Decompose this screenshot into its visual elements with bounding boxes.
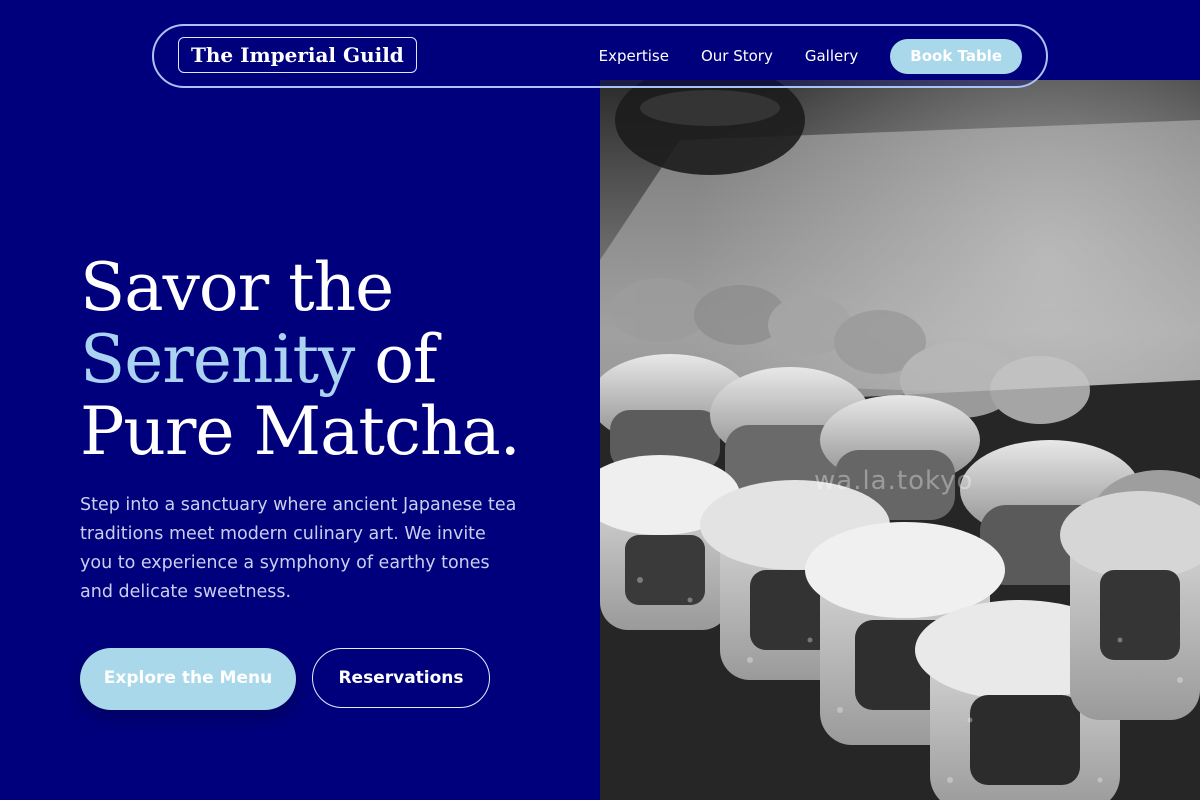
hero-title-accent: Serenity (80, 321, 355, 398)
explore-menu-button[interactable]: Explore the Menu (80, 648, 296, 710)
hero-title-line-3: Pure Matcha. (80, 393, 521, 470)
hero-description: Step into a sanctuary where ancient Japa… (80, 495, 517, 602)
hero-title: Savor the Serenity of Pure Matcha. (80, 249, 521, 470)
reservations-button[interactable]: Reservations (312, 648, 490, 708)
nav-links: Expertise Our Story Gallery Book Table (599, 26, 1046, 86)
nav-link-expertise[interactable]: Expertise (599, 47, 669, 65)
hero-photo: wa.la.tokyo (600, 80, 1200, 800)
image-watermark: wa.la.tokyo (814, 466, 974, 496)
top-navigation: The Imperial Guild Expertise Our Story G… (152, 24, 1048, 88)
nav-link-our-story[interactable]: Our Story (701, 47, 773, 65)
sushi-photo-illustration (600, 80, 1200, 800)
hero-title-line-2: Serenity of (80, 324, 520, 396)
book-table-button[interactable]: Book Table (890, 38, 1022, 74)
landing-page: wa.la.tokyo The Imperial Guild Expertise… (0, 0, 1200, 800)
hero-title-line-2-rest: of (354, 321, 437, 398)
brand-logo[interactable]: The Imperial Guild (178, 37, 417, 73)
hero-title-line-1: Savor the (80, 249, 394, 326)
nav-link-gallery[interactable]: Gallery (805, 47, 858, 65)
